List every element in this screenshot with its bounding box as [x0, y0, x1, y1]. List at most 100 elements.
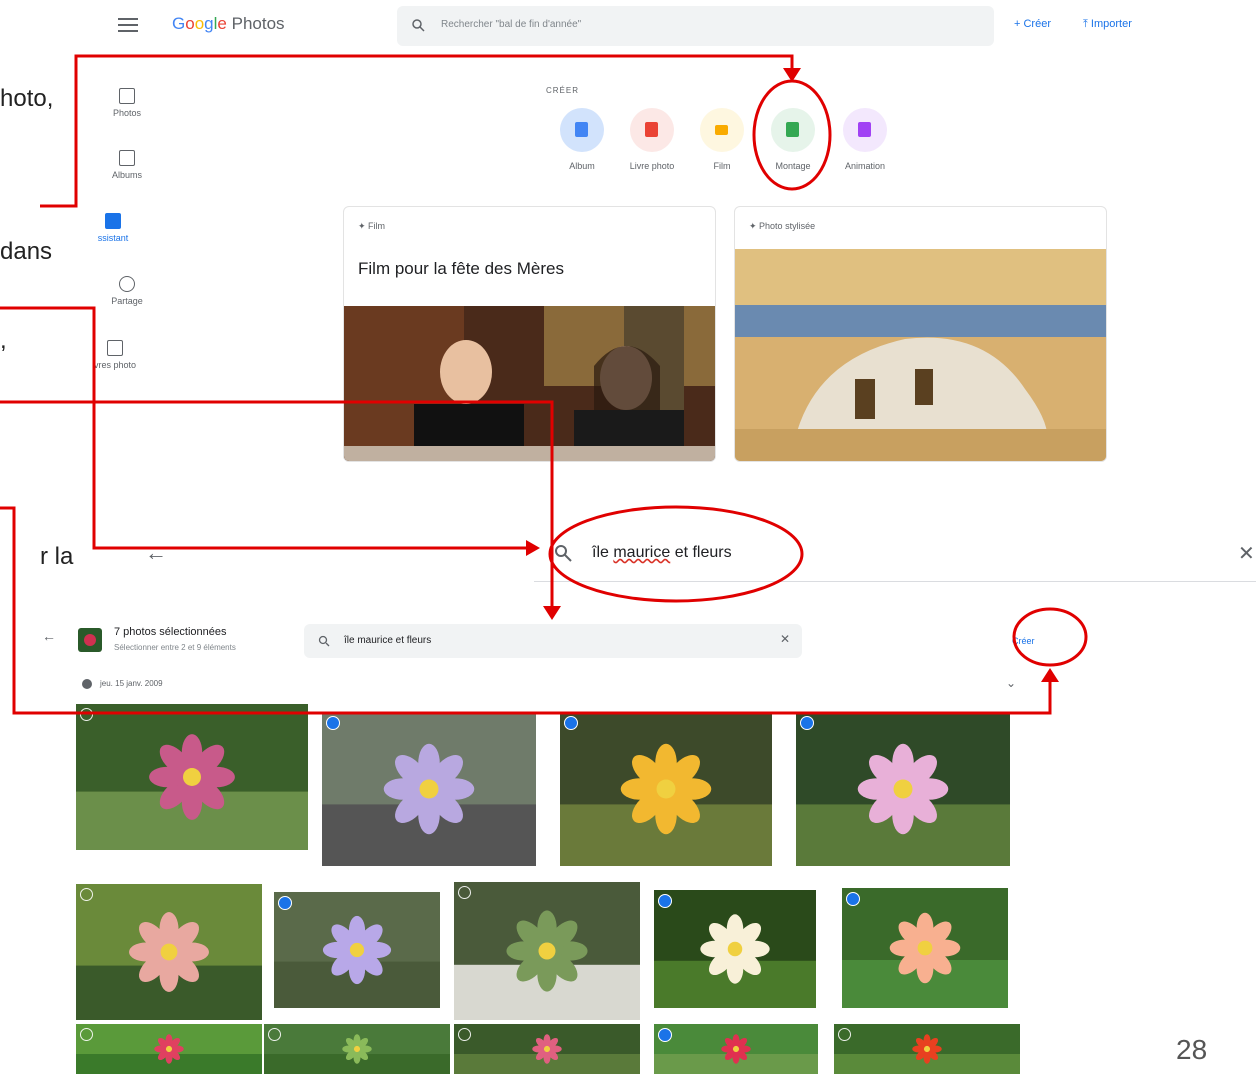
- unchecked-icon[interactable]: [80, 888, 93, 901]
- nav-photobooks-label: vres photo: [93, 360, 137, 370]
- photo-image: [796, 743, 1010, 866]
- book-icon: [107, 340, 123, 356]
- import-label: Importer: [1090, 18, 1132, 30]
- photo-image: [454, 1034, 640, 1074]
- search-icon: [318, 635, 330, 647]
- photo-image: [842, 912, 1008, 1008]
- film-label: Film: [713, 161, 731, 171]
- photo-tile[interactable]: [322, 712, 536, 866]
- film-thumbnail: [344, 306, 715, 461]
- slide-text-3: ,: [0, 327, 7, 354]
- unchecked-icon[interactable]: [458, 1028, 471, 1041]
- photo-tile[interactable]: [76, 1024, 262, 1074]
- checked-icon[interactable]: [658, 1028, 672, 1042]
- photo-tile[interactable]: [842, 888, 1008, 1008]
- menu-icon[interactable]: [118, 14, 138, 34]
- checked-icon[interactable]: [326, 716, 340, 730]
- checked-icon[interactable]: [658, 894, 672, 908]
- checked-icon[interactable]: [278, 896, 292, 910]
- clear-search-icon[interactable]: ✕: [780, 632, 790, 646]
- book-icon: [645, 122, 658, 137]
- back-arrow-icon[interactable]: ←: [145, 540, 167, 566]
- annotation-arrow-3: [543, 606, 561, 620]
- create-album-button[interactable]: [560, 108, 604, 152]
- photo-tile[interactable]: [264, 1024, 450, 1074]
- create-button[interactable]: + Créer: [1014, 18, 1051, 30]
- unchecked-icon[interactable]: [268, 1028, 281, 1041]
- photo-image: [76, 912, 262, 1020]
- film-icon: [715, 125, 728, 135]
- checked-icon[interactable]: [846, 892, 860, 906]
- card-type-film: ✦ Film: [358, 221, 386, 231]
- back-arrow-icon[interactable]: ←: [42, 628, 56, 644]
- photo-tile[interactable]: [834, 1024, 1020, 1074]
- logo-photos-text: Photos: [231, 14, 285, 33]
- top-search-placeholder: Rechercher "bal de fin d'année": [441, 19, 582, 30]
- checked-icon[interactable]: [800, 716, 814, 730]
- card-title-film: Film pour la fête des Mères: [358, 259, 564, 278]
- photo-tile[interactable]: [654, 890, 816, 1008]
- create-photobook-button[interactable]: [630, 108, 674, 152]
- search-icon: [412, 19, 425, 32]
- collage-icon: [786, 122, 799, 137]
- slide-text-4: r la: [40, 543, 74, 570]
- album-icon: [575, 122, 588, 137]
- unchecked-icon[interactable]: [458, 886, 471, 899]
- search-input-small[interactable]: île maurice et fleurs ✕: [304, 624, 802, 658]
- suggestion-card-film[interactable]: ✦ Film Film pour la fête des Mères: [343, 206, 716, 462]
- create-movie-button[interactable]: [700, 108, 744, 152]
- unchecked-icon[interactable]: [838, 1028, 851, 1041]
- search-input-large[interactable]: île maurice et fleurs ✕: [534, 527, 1256, 582]
- create-section-title: CRÉER: [546, 86, 580, 95]
- unchecked-icon[interactable]: [80, 1028, 93, 1041]
- chevron-down-icon[interactable]: ⌄: [1006, 676, 1016, 690]
- suggestion-card-stylized[interactable]: ✦ Photo stylisée: [734, 206, 1107, 462]
- photo-image: [264, 1034, 450, 1074]
- date-label: jeu. 15 janv. 2009: [100, 679, 163, 688]
- create-collage-confirm-button[interactable]: Créer: [1012, 636, 1035, 646]
- photo-tile[interactable]: [560, 712, 772, 866]
- photo-tile[interactable]: [454, 882, 640, 1020]
- photo-tile[interactable]: [274, 892, 440, 1008]
- selection-count: 7 photos sélectionnées: [114, 626, 227, 638]
- slide-text-2: dans: [0, 238, 53, 265]
- app-logo: Google Photos: [172, 14, 285, 33]
- photo-tile[interactable]: [796, 712, 1010, 866]
- animation-label: Animation: [844, 161, 886, 171]
- page-number: 28: [1176, 1034, 1208, 1065]
- photo-tile[interactable]: [454, 1024, 640, 1074]
- create-animation-button[interactable]: [843, 108, 887, 152]
- date-row: jeu. 15 janv. 2009 ⌄: [38, 664, 1070, 704]
- selection-thumbnail: [78, 628, 102, 652]
- nav-photobooks[interactable]: vres photo: [80, 340, 150, 370]
- photo-image: [654, 1034, 818, 1074]
- album-icon: [119, 150, 135, 166]
- top-search-bar[interactable]: Rechercher "bal de fin d'année": [397, 6, 994, 46]
- nav-assistant[interactable]: ssistant: [78, 213, 148, 243]
- photo-tile[interactable]: [76, 884, 262, 1020]
- photo-image: [322, 743, 536, 866]
- nav-albums-label: Albums: [111, 170, 142, 180]
- annotation-arrow-1: [783, 68, 801, 82]
- clear-search-icon[interactable]: ✕: [1238, 541, 1255, 566]
- card-type-stylized: ✦ Photo stylisée: [749, 221, 816, 231]
- photobook-label: Livre photo: [629, 161, 675, 171]
- small-search-value: île maurice et fleurs: [344, 635, 432, 646]
- sparkle-icon: ✦: [749, 221, 760, 231]
- album-label: Album: [569, 161, 595, 171]
- stylized-thumbnail: [735, 249, 1106, 461]
- checked-icon[interactable]: [564, 716, 578, 730]
- animation-icon: [858, 122, 871, 137]
- import-button[interactable]: ⤒ Importer: [1083, 18, 1132, 31]
- nav-assistant-label: ssistant: [97, 233, 129, 243]
- nav-albums[interactable]: Albums: [92, 150, 162, 180]
- unchecked-icon[interactable]: [80, 708, 93, 721]
- search-icon: [555, 545, 572, 562]
- photo-image: [560, 743, 772, 866]
- nav-sharing[interactable]: Partage: [92, 276, 162, 306]
- photo-tile[interactable]: [654, 1024, 818, 1074]
- select-all-icon[interactable]: [82, 679, 92, 689]
- nav-photos[interactable]: Photos: [92, 88, 162, 118]
- photo-tile[interactable]: [76, 704, 308, 850]
- create-collage-button[interactable]: [771, 108, 815, 152]
